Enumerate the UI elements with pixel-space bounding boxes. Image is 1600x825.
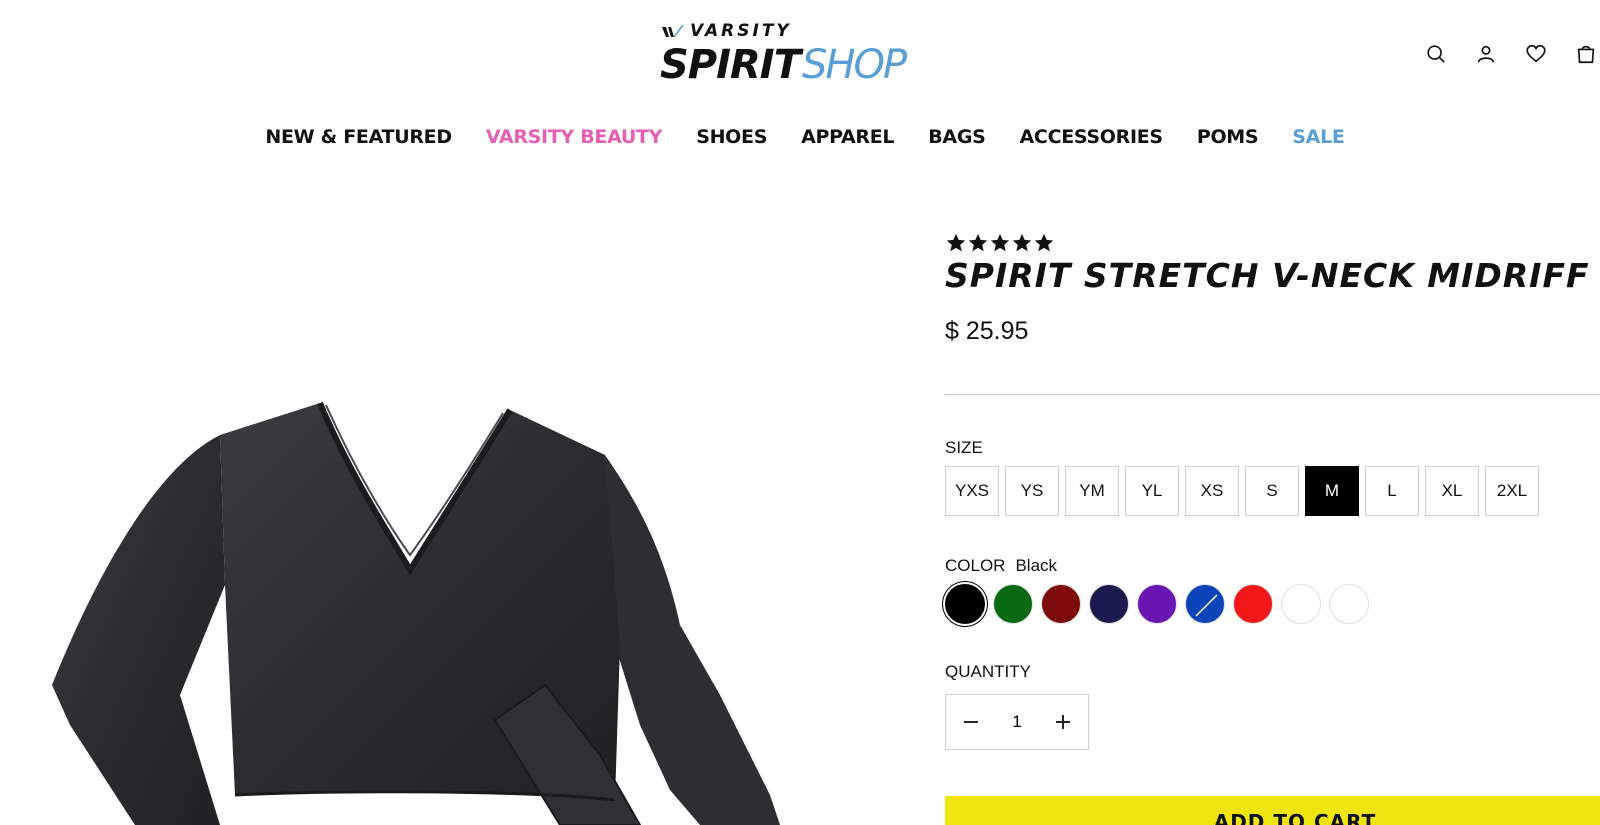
divider xyxy=(945,394,1600,395)
swatch-green[interactable] xyxy=(993,584,1033,624)
logo-bottom-row: SPIRIT SHOP xyxy=(660,42,907,88)
nav-accessories[interactable]: ACCESSORIES xyxy=(1020,126,1164,148)
product-info: SPIRIT STRETCH V-NECK MIDRIFF $ 25.95 SI… xyxy=(945,232,1600,825)
rating-stars[interactable] xyxy=(945,232,1600,254)
size-options: YXS YS YM YL XS S M L XL 2XL xyxy=(945,466,1545,516)
star-icon xyxy=(946,233,966,252)
minus-icon[interactable] xyxy=(958,709,984,735)
cart-icon[interactable] xyxy=(1572,40,1600,68)
size-option-selected[interactable]: M xyxy=(1305,466,1359,516)
nav-varsity-beauty[interactable]: VARSITY BEAUTY xyxy=(486,126,663,148)
color-label-row: COLOR Black xyxy=(945,556,1057,576)
nav-apparel[interactable]: APPAREL xyxy=(801,126,894,148)
swatch-purple[interactable] xyxy=(1137,584,1177,624)
nav-sale[interactable]: SALE xyxy=(1292,126,1345,148)
swatch-white[interactable] xyxy=(1281,584,1321,624)
nav-bags[interactable]: BAGS xyxy=(928,126,986,148)
logo-top-row: VARSITY xyxy=(660,21,792,41)
size-label: SIZE xyxy=(945,438,983,457)
size-option[interactable]: YXS xyxy=(945,466,999,516)
plus-icon[interactable] xyxy=(1050,709,1076,735)
product-title: SPIRIT STRETCH V-NECK MIDRIFF xyxy=(945,256,1590,295)
main-nav: NEW & FEATURED VARSITY BEAUTY SHOES APPA… xyxy=(0,126,1600,148)
size-option[interactable]: L xyxy=(1365,466,1419,516)
nav-shoes[interactable]: SHOES xyxy=(696,126,767,148)
product-image-garment xyxy=(52,401,780,825)
color-value: Black xyxy=(1015,556,1058,575)
swatch-black[interactable] xyxy=(945,584,985,624)
swatch-navy[interactable] xyxy=(1089,584,1129,624)
size-option[interactable]: S xyxy=(1245,466,1299,516)
quantity-input[interactable] xyxy=(997,712,1037,732)
site-logo[interactable]: VARSITY SPIRIT SHOP xyxy=(660,20,920,88)
size-option[interactable]: XL xyxy=(1425,466,1479,516)
color-swatches xyxy=(945,584,1377,624)
wishlist-icon[interactable] xyxy=(1522,40,1550,68)
logo-varsity-text: VARSITY xyxy=(690,21,792,41)
size-option[interactable]: YL xyxy=(1125,466,1179,516)
logo-spirit-text: SPIRIT xyxy=(660,42,801,88)
swatch-royal-unavailable[interactable] xyxy=(1185,584,1225,624)
product-image[interactable] xyxy=(40,395,800,825)
quantity-stepper xyxy=(945,694,1089,750)
varsity-mark-icon xyxy=(662,25,684,37)
account-icon[interactable] xyxy=(1472,40,1500,68)
swatch-white[interactable] xyxy=(1329,584,1369,624)
swatch-maroon[interactable] xyxy=(1041,584,1081,624)
size-option[interactable]: 2XL xyxy=(1485,466,1539,516)
size-option[interactable]: XS xyxy=(1185,466,1239,516)
quantity-label: QUANTITY xyxy=(945,662,1031,681)
nav-new-featured[interactable]: NEW & FEATURED xyxy=(265,126,452,148)
size-option[interactable]: YM xyxy=(1065,466,1119,516)
color-label: COLOR xyxy=(945,556,1006,575)
star-icon xyxy=(990,233,1010,252)
header-icons xyxy=(1400,40,1600,68)
search-icon[interactable] xyxy=(1422,40,1450,68)
swatch-red[interactable] xyxy=(1233,584,1273,624)
logo-shop-text: SHOP xyxy=(801,42,907,88)
unavailable-slash-icon xyxy=(1195,594,1218,617)
nav-poms[interactable]: POMS xyxy=(1197,126,1259,148)
star-icon xyxy=(1034,233,1054,252)
star-icon xyxy=(968,233,988,252)
size-option[interactable]: YS xyxy=(1005,466,1059,516)
star-icon xyxy=(1012,233,1032,252)
product-price: $ 25.95 xyxy=(945,317,1029,345)
add-to-cart-button[interactable]: ADD TO CART xyxy=(945,796,1600,825)
